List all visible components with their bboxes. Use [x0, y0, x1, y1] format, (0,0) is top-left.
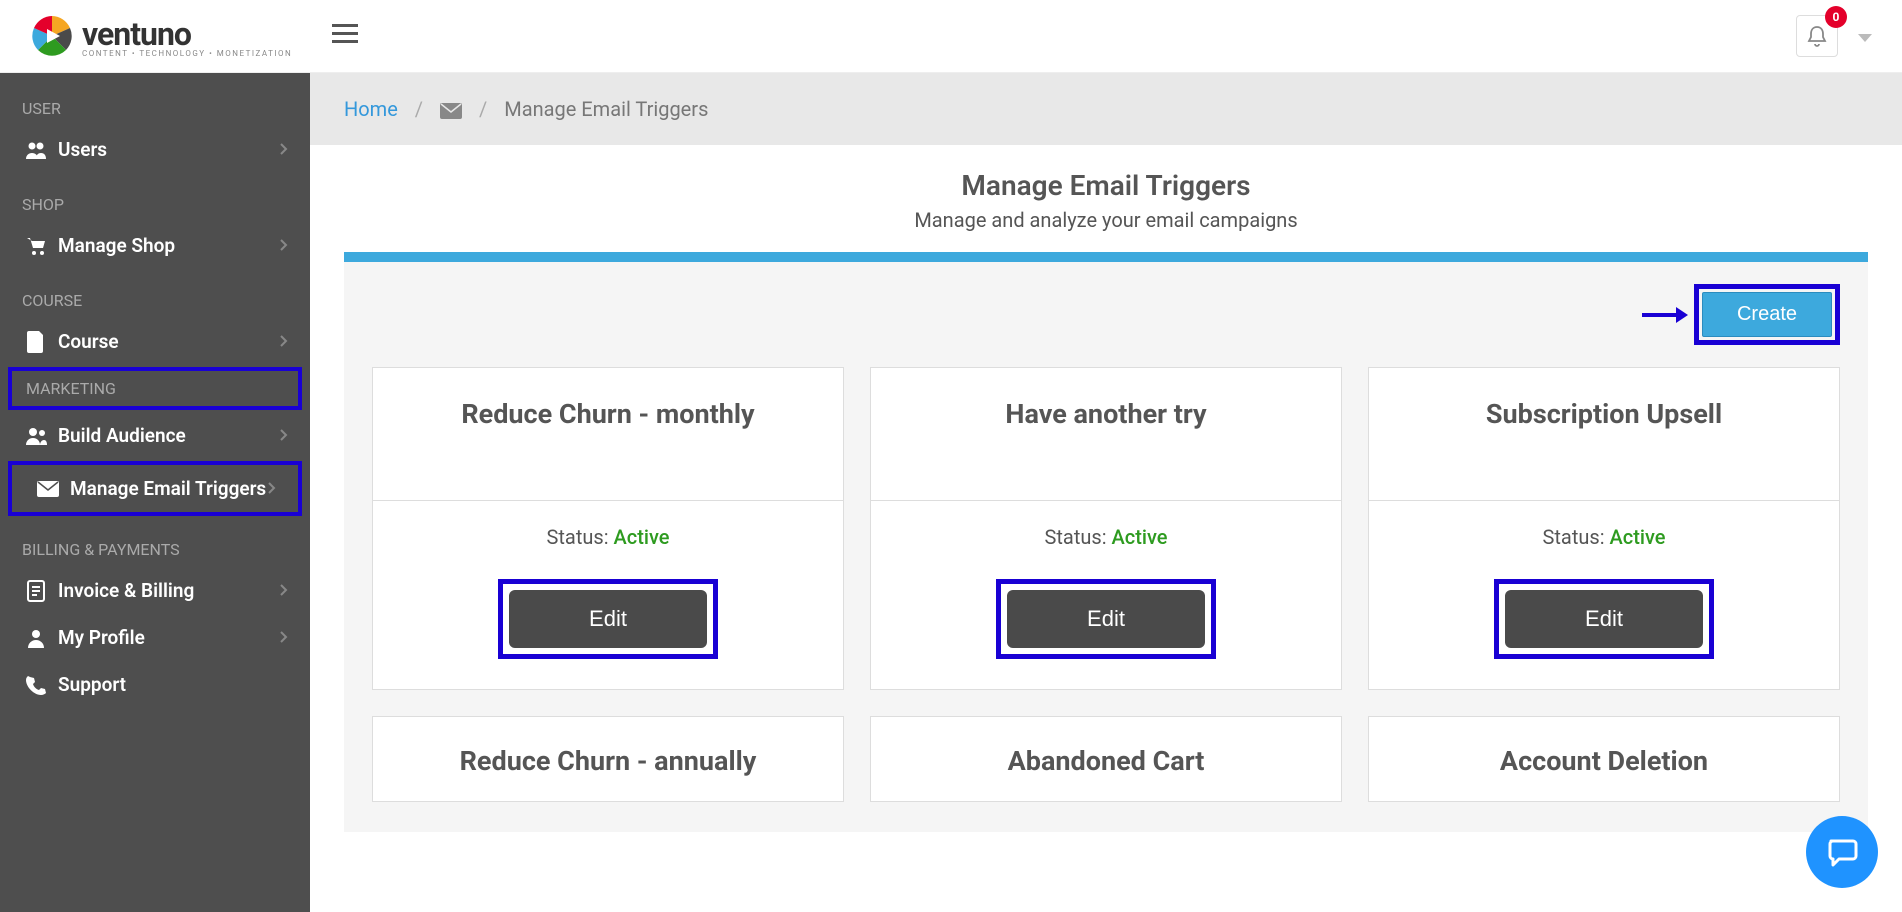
menu-toggle-button[interactable] — [332, 24, 358, 48]
mail-icon — [34, 481, 62, 497]
sidebar-heading: COURSE — [0, 269, 310, 318]
sidebar-item-build-audience[interactable]: Build Audience — [0, 412, 310, 459]
edit-highlight: Edit — [1494, 579, 1714, 659]
card-title: Reduce Churn - annually — [393, 745, 823, 777]
edit-button[interactable]: Edit — [1505, 590, 1703, 648]
brand-tagline: CONTENT • TECHNOLOGY • MONETIZATION — [82, 49, 292, 58]
trigger-card: Reduce Churn - monthly Status: Active Edit — [372, 367, 844, 690]
app-header: ventuno CONTENT • TECHNOLOGY • MONETIZAT… — [0, 0, 1902, 73]
page-title: Manage Email Triggers — [310, 169, 1902, 202]
sidebar-item-my-profile[interactable]: My Profile — [0, 614, 310, 661]
chevron-right-icon — [279, 330, 288, 353]
cart-icon — [22, 236, 50, 256]
notification-badge: 0 — [1825, 6, 1847, 28]
users-icon — [22, 140, 50, 160]
people-icon — [22, 426, 50, 446]
sidebar-item-manage-shop[interactable]: Manage Shop — [0, 222, 310, 269]
trigger-card: Account Deletion — [1368, 716, 1840, 802]
sidebar-heading: MARKETING — [8, 367, 302, 410]
card-title: Account Deletion — [1389, 745, 1819, 777]
trigger-card: Reduce Churn - annually — [372, 716, 844, 802]
sidebar-heading: BILLING & PAYMENTS — [0, 518, 310, 567]
create-highlight: Create — [1694, 284, 1840, 345]
edit-highlight: Edit — [996, 579, 1216, 659]
card-status: Status: Active — [393, 525, 823, 549]
notification-button[interactable]: 0 — [1796, 15, 1838, 57]
breadcrumb-home-link[interactable]: Home — [344, 97, 398, 121]
chevron-right-icon — [279, 626, 288, 649]
chat-icon — [1825, 835, 1859, 869]
sidebar-item-users[interactable]: Users — [0, 126, 310, 173]
breadcrumb-current: Manage Email Triggers — [504, 97, 708, 121]
card-title: Reduce Churn - monthly — [393, 398, 823, 430]
hamburger-icon — [332, 24, 358, 44]
page-subtitle: Manage and analyze your email campaigns — [310, 208, 1902, 232]
logo-icon — [30, 14, 74, 58]
sidebar-item-course[interactable]: Course — [0, 318, 310, 365]
trigger-card: Subscription Upsell Status: Active Edit — [1368, 367, 1840, 690]
sidebar-heading: USER — [0, 77, 310, 126]
caret-down-icon — [1858, 34, 1872, 42]
doc-icon — [22, 580, 50, 602]
bell-icon — [1807, 25, 1827, 47]
chevron-right-icon — [267, 477, 276, 500]
sidebar-heading: SHOP — [0, 173, 310, 222]
chevron-right-icon — [279, 424, 288, 447]
mail-icon — [440, 103, 462, 119]
user-menu-dropdown[interactable] — [1858, 27, 1872, 46]
trigger-card: Have another try Status: Active Edit — [870, 367, 1342, 690]
edit-highlight: Edit — [498, 579, 718, 659]
sidebar-item-invoice-billing[interactable]: Invoice & Billing — [0, 567, 310, 614]
chat-widget-button[interactable] — [1806, 816, 1878, 888]
sidebar-item-label: Manage Shop — [58, 234, 175, 257]
sidebar-item-manage-email-triggers[interactable]: Manage Email Triggers — [8, 461, 302, 516]
sidebar-item-label: Invoice & Billing — [58, 579, 194, 602]
brand-name: ventuno — [82, 15, 292, 53]
trigger-card: Abandoned Cart — [870, 716, 1342, 802]
edit-button[interactable]: Edit — [509, 590, 707, 648]
sidebar-item-label: Support — [58, 673, 126, 696]
card-status: Status: Active — [891, 525, 1321, 549]
main-content: Home / / Manage Email Triggers Manage Em… — [310, 73, 1902, 912]
sidebar-item-label: Course — [58, 330, 119, 353]
sidebar-item-label: Users — [58, 138, 107, 161]
breadcrumb: Home / / Manage Email Triggers — [310, 73, 1902, 145]
edit-button[interactable]: Edit — [1007, 590, 1205, 648]
card-title: Abandoned Cart — [891, 745, 1321, 777]
card-title: Have another try — [891, 398, 1321, 430]
sidebar-item-label: Manage Email Triggers — [70, 477, 266, 500]
sidebar: USER Users SHOP Manage Shop COURSE Course MARK… — [0, 73, 310, 912]
chevron-right-icon — [279, 234, 288, 257]
sidebar-item-label: My Profile — [58, 626, 145, 649]
card-title: Subscription Upsell — [1389, 398, 1819, 430]
chevron-right-icon — [279, 579, 288, 602]
chevron-right-icon — [279, 138, 288, 161]
card-status: Status: Active — [1389, 525, 1819, 549]
sidebar-item-label: Build Audience — [58, 424, 186, 447]
create-button[interactable]: Create — [1702, 292, 1832, 337]
triggers-panel: Create Reduce Churn - monthly Status: Act… — [344, 252, 1868, 832]
logo[interactable]: ventuno CONTENT • TECHNOLOGY • MONETIZAT… — [30, 14, 292, 58]
annotation-arrow-icon — [1640, 304, 1688, 326]
sidebar-item-support[interactable]: Support — [0, 661, 310, 708]
user-icon — [22, 628, 50, 648]
file-icon — [22, 331, 50, 353]
phone-icon — [22, 675, 50, 695]
